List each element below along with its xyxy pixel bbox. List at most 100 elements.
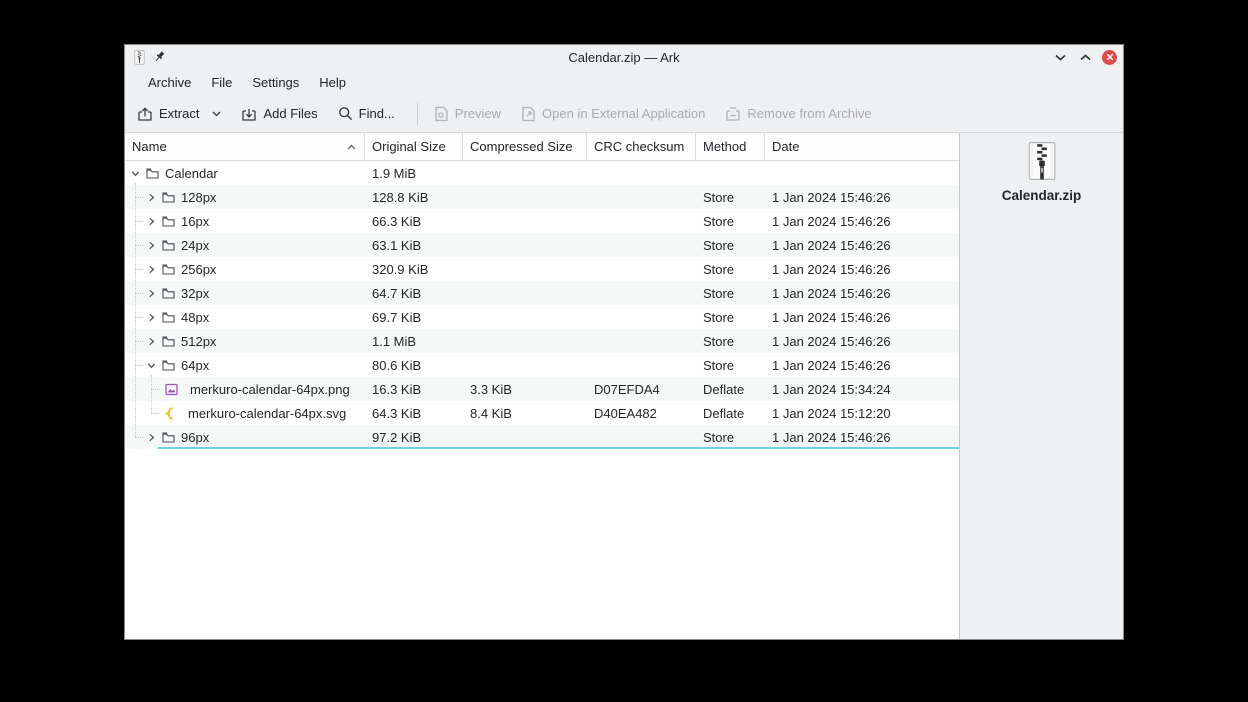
crc-cell: [587, 209, 696, 233]
date-cell: 1 Jan 2024 15:46:26: [772, 309, 891, 325]
compressed-size-cell: [463, 281, 587, 305]
date-cell: 1 Jan 2024 15:46:26: [772, 237, 891, 253]
original-size-cell: 80.6 KiB: [372, 357, 422, 373]
crc-cell: [587, 233, 696, 257]
method-cell: Store: [703, 237, 735, 253]
expand-arrow-icon[interactable]: [147, 289, 162, 298]
expand-arrow-icon[interactable]: [147, 217, 162, 226]
column-header-name[interactable]: Name: [125, 133, 365, 160]
original-size-cell: 1.1 MiB: [372, 333, 417, 349]
table-row-256px[interactable]: 256px 320.9 KiB Store 1 Jan 2024 15:46:26: [125, 257, 959, 281]
tree-guide-line: [151, 375, 152, 413]
folder-icon: [162, 239, 175, 251]
original-size-cell: 69.7 KiB: [372, 309, 422, 325]
table-row-64px[interactable]: 64px 80.6 KiB Store 1 Jan 2024 15:46:26: [125, 353, 959, 377]
method-cell: Store: [703, 213, 735, 229]
extract-button[interactable]: Extract: [137, 106, 221, 122]
folder-icon: [162, 359, 175, 371]
original-size-cell: 64.3 KiB: [372, 405, 422, 421]
name-cell: 64px: [125, 353, 365, 377]
pin-icon[interactable]: [154, 51, 166, 63]
add-files-button[interactable]: Add Files: [241, 106, 318, 122]
close-button[interactable]: [1102, 49, 1117, 65]
date-cell: 1 Jan 2024 15:46:26: [772, 189, 891, 205]
method-cell: Deflate: [703, 381, 745, 397]
compressed-size-cell: [463, 233, 587, 257]
chevron-down-icon[interactable]: [212, 111, 221, 117]
column-header-label: Name: [132, 139, 167, 154]
column-header-original-size[interactable]: Original Size: [365, 133, 463, 160]
entry-name: merkuro-calendar-64px.svg: [188, 405, 347, 421]
original-size-cell: 63.1 KiB: [372, 237, 422, 253]
name-cell: merkuro-calendar-64px.svg: [125, 401, 365, 425]
drop-indicator-line: [158, 447, 959, 449]
menubar: Archive File Settings Help: [125, 69, 1123, 95]
table-row-512px[interactable]: 512px 1.1 MiB Store 1 Jan 2024 15:46:26: [125, 329, 959, 353]
date-cell: 1 Jan 2024 15:46:26: [772, 213, 891, 229]
date-cell: 1 Jan 2024 15:46:26: [772, 333, 891, 349]
table-row-merkuro-calendar-64px-png[interactable]: merkuro-calendar-64px.png 16.3 KiB 3.3 KiB…: [125, 377, 959, 401]
original-size-cell: 128.8 KiB: [372, 189, 429, 205]
date-cell: 1 Jan 2024 15:34:24: [772, 381, 891, 397]
date-cell: 1 Jan 2024 15:46:26: [772, 261, 891, 277]
entry-name: 64px: [181, 357, 210, 373]
find-button[interactable]: Find...: [338, 106, 395, 121]
maximize-button[interactable]: [1077, 49, 1093, 65]
search-icon: [338, 106, 353, 121]
collapse-arrow-icon[interactable]: [131, 169, 146, 178]
expand-arrow-icon[interactable]: [147, 337, 162, 346]
entry-name: 24px: [181, 237, 210, 253]
open-in-external-application-button[interactable]: Open in External Application: [521, 106, 705, 122]
table-row-16px[interactable]: 16px 66.3 KiB Store 1 Jan 2024 15:46:26: [125, 209, 959, 233]
table-row-24px[interactable]: 24px 63.1 KiB Store 1 Jan 2024 15:46:26: [125, 233, 959, 257]
menu-item-file[interactable]: File: [201, 72, 242, 93]
expand-arrow-icon[interactable]: [147, 313, 162, 322]
compressed-size-cell: [463, 353, 587, 377]
menu-item-settings[interactable]: Settings: [242, 72, 309, 93]
menu-item-help[interactable]: Help: [309, 72, 356, 93]
column-header-date[interactable]: Date: [765, 133, 959, 160]
toolbar-button-label: Remove from Archive: [747, 106, 872, 121]
name-cell: merkuro-calendar-64px.png: [125, 377, 365, 401]
folder-icon: [162, 191, 175, 203]
crc-cell: [587, 257, 696, 281]
date-cell: 1 Jan 2024 15:46:26: [772, 285, 891, 301]
remove-from-archive-button[interactable]: Remove from Archive: [725, 106, 872, 122]
expand-arrow-icon[interactable]: [147, 433, 162, 442]
table-row-128px[interactable]: 128px 128.8 KiB Store 1 Jan 2024 15:46:26: [125, 185, 959, 209]
compressed-size-cell: [463, 161, 587, 185]
column-header-label: Original Size: [372, 139, 446, 154]
expand-arrow-icon[interactable]: [147, 241, 162, 250]
entry-name: 16px: [181, 213, 210, 229]
crc-cell: [587, 353, 696, 377]
folder-icon: [162, 431, 175, 443]
table-row-48px[interactable]: 48px 69.7 KiB Store 1 Jan 2024 15:46:26: [125, 305, 959, 329]
table-row-96px[interactable]: 96px 97.2 KiB Store 1 Jan 2024 15:46:26: [125, 425, 959, 449]
table-row-merkuro-calendar-64px-svg[interactable]: merkuro-calendar-64px.svg 64.3 KiB 8.4 KiB…: [125, 401, 959, 425]
column-header-crc-checksum[interactable]: CRC checksum: [587, 133, 696, 160]
column-header-method[interactable]: Method: [696, 133, 765, 160]
collapse-arrow-icon[interactable]: [147, 361, 162, 370]
column-header-label: Date: [772, 139, 800, 154]
expand-arrow-icon[interactable]: [147, 265, 162, 274]
tree-guide-stub: [135, 221, 143, 222]
original-size-cell: 97.2 KiB: [372, 429, 422, 445]
table-row-32px[interactable]: 32px 64.7 KiB Store 1 Jan 2024 15:46:26: [125, 281, 959, 305]
expand-arrow-icon[interactable]: [147, 193, 162, 202]
zip-file-icon: [1023, 141, 1061, 181]
menu-item-archive[interactable]: Archive: [138, 72, 201, 93]
tree-guide-stub: [135, 365, 143, 366]
folder-icon: [162, 311, 175, 323]
column-header-compressed-size[interactable]: Compressed Size: [463, 133, 587, 160]
crc-cell: [587, 185, 696, 209]
table-header-row: Name Original Size Compressed Size CRC chec…: [125, 133, 959, 161]
minimize-button[interactable]: [1052, 49, 1068, 65]
table-row-calendar[interactable]: Calendar 1.9 MiB: [125, 161, 959, 185]
crc-cell: [587, 161, 696, 185]
preview-icon: [434, 106, 449, 122]
app-zip-icon[interactable]: [134, 50, 145, 65]
archive-file-list: Name Original Size Compressed Size CRC chec…: [125, 133, 959, 639]
method-cell: Store: [703, 189, 735, 205]
folder-icon: [146, 167, 159, 179]
preview-button[interactable]: Preview: [434, 106, 501, 122]
